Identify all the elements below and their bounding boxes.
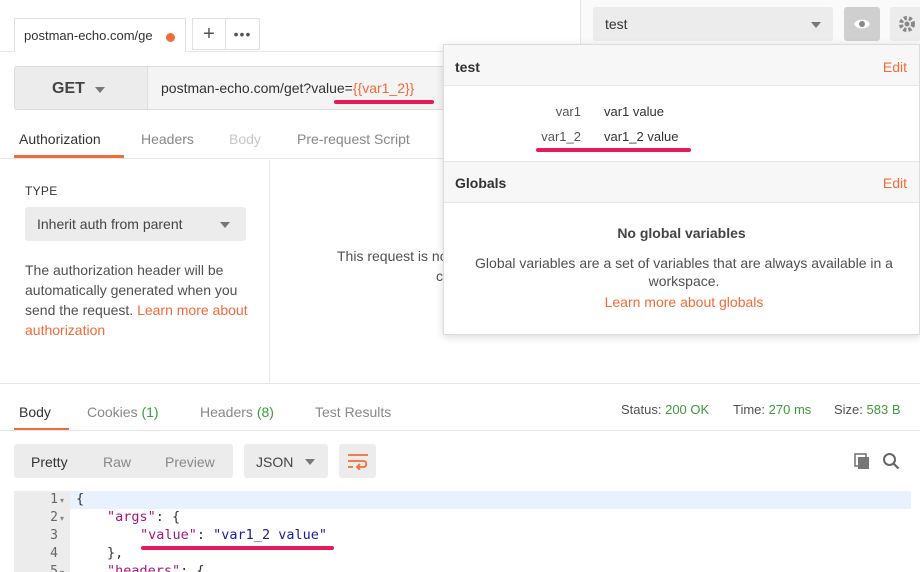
method-select[interactable]: GET xyxy=(14,66,148,110)
code-line: "value": "var1_2 value" xyxy=(140,527,327,543)
environment-select[interactable]: test xyxy=(593,7,833,41)
variable-value: var1 value xyxy=(604,104,664,119)
code-line: "args": { xyxy=(107,509,180,525)
auth-description: The authorization header will be automat… xyxy=(25,260,257,340)
wrap-lines-icon xyxy=(348,454,368,470)
fold-arrow-icon[interactable]: ▾ xyxy=(60,514,64,523)
divider xyxy=(269,160,270,383)
tab-pre-request-script[interactable]: Pre-request Script xyxy=(297,131,410,147)
url-variable: {{var1_2}} xyxy=(352,80,415,96)
line-number: 2 xyxy=(50,510,58,525)
json-punct: : xyxy=(196,527,214,543)
request-tabs: Authorization Headers Body Pre-request S… xyxy=(0,124,445,159)
format-raw-button[interactable]: Raw xyxy=(103,454,131,470)
active-tab-indicator xyxy=(14,155,124,158)
request-tab-label: postman-echo.com/ge xyxy=(24,28,153,43)
json-string: "var1_2 value" xyxy=(213,527,327,543)
time-info: Time: 270 ms xyxy=(733,402,811,417)
no-globals-heading: No global variables xyxy=(617,225,746,241)
line-number: 1 xyxy=(50,492,58,507)
edit-environment-link[interactable]: Edit xyxy=(883,59,907,75)
search-icon[interactable] xyxy=(882,452,900,470)
json-key: "headers" xyxy=(107,563,181,572)
variable-key: var1 xyxy=(555,104,581,119)
copy-icon[interactable] xyxy=(853,452,871,470)
response-tab-test-results[interactable]: Test Results xyxy=(315,404,391,420)
response-tabs-border xyxy=(0,430,920,431)
headers-count: (8) xyxy=(256,404,274,420)
learn-more-globals-link[interactable]: Learn more about globals xyxy=(444,294,920,310)
tab-body[interactable]: Body xyxy=(229,131,261,147)
chevron-down-icon xyxy=(95,87,105,93)
line-number: 4 xyxy=(50,546,58,561)
variable-key: var1_2 xyxy=(541,129,581,144)
code-line: }, xyxy=(107,545,124,561)
environment-header: test Edit xyxy=(444,45,919,86)
eye-icon xyxy=(854,19,870,29)
code-line: { xyxy=(76,491,85,507)
size-label: Size: xyxy=(834,402,863,417)
environment-quick-look-button[interactable] xyxy=(844,7,880,41)
chevron-down-icon xyxy=(811,22,821,28)
json-key: "args" xyxy=(107,509,156,525)
request-note: This request is no xyxy=(337,248,445,264)
auth-type-value: Inherit auth from parent xyxy=(37,216,183,232)
format-type-value: JSON xyxy=(256,454,294,470)
format-type-select[interactable]: JSON xyxy=(244,444,328,478)
status-label: Status: xyxy=(621,402,662,417)
fold-arrow-icon[interactable]: ▾ xyxy=(60,568,64,572)
time-label: Time: xyxy=(733,402,766,417)
environment-settings-button[interactable] xyxy=(890,7,920,41)
headers-label: Headers xyxy=(200,404,253,420)
environment-title: test xyxy=(455,59,480,75)
more-tabs-button[interactable]: ••• xyxy=(226,18,260,50)
annotation-underline xyxy=(536,148,691,152)
new-tab-button[interactable]: + xyxy=(192,18,226,50)
chevron-down-icon xyxy=(220,222,230,228)
annotation-underline xyxy=(334,100,434,104)
line-number: 3 xyxy=(50,528,58,543)
response-tab-body[interactable]: Body xyxy=(19,404,51,420)
request-note-fragment: c xyxy=(436,268,443,284)
globals-description: Global variables are a set of variables … xyxy=(475,255,893,289)
current-line-highlight xyxy=(70,491,911,509)
line-number: 5 xyxy=(50,564,58,572)
annotation-underline xyxy=(141,546,334,550)
variable-value: var1_2 value xyxy=(604,129,679,144)
cookies-count: (1) xyxy=(141,404,159,420)
json-punct: : { xyxy=(180,563,205,572)
size-info: Size: 583 B xyxy=(834,402,901,417)
tab-headers[interactable]: Headers xyxy=(141,131,194,147)
environment-name: test xyxy=(605,16,628,32)
status-value: 200 OK xyxy=(665,402,710,417)
edit-globals-link[interactable]: Edit xyxy=(883,175,907,191)
wrap-lines-button[interactable] xyxy=(339,444,376,478)
fold-arrow-icon[interactable]: ▾ xyxy=(60,496,64,505)
time-value: 270 ms xyxy=(768,402,812,417)
postman-window: postman-echo.com/ge + ••• test GET postm… xyxy=(0,0,920,572)
globals-header: Globals Edit xyxy=(444,161,919,203)
globals-title: Globals xyxy=(455,175,507,191)
size-value: 583 B xyxy=(866,402,901,417)
response-divider xyxy=(0,383,920,384)
request-tab[interactable]: postman-echo.com/ge xyxy=(14,18,186,52)
url-text: postman-echo.com/get?value= xyxy=(161,80,353,96)
tab-authorization[interactable]: Authorization xyxy=(19,131,101,147)
response-tab-cookies[interactable]: Cookies (1) xyxy=(87,404,159,420)
code-line: "headers": { xyxy=(107,563,205,572)
format-pretty-button[interactable]: Pretty xyxy=(31,454,68,470)
gear-icon xyxy=(899,16,915,32)
method-label: GET xyxy=(52,80,85,97)
environment-popover: test Edit var1 var1 value var1_2 var1_2 … xyxy=(443,44,920,335)
chevron-down-icon xyxy=(305,459,315,465)
json-punct: : { xyxy=(155,509,181,525)
auth-type-select[interactable]: Inherit auth from parent xyxy=(25,207,246,241)
unsaved-dot-icon xyxy=(166,33,175,42)
format-preview-button[interactable]: Preview xyxy=(165,454,215,470)
cookies-label: Cookies xyxy=(87,404,138,420)
status-info: Status: 200 OK xyxy=(621,402,709,417)
response-tab-headers[interactable]: Headers (8) xyxy=(200,404,274,420)
json-key: "value" xyxy=(140,527,197,543)
auth-type-label: TYPE xyxy=(25,184,58,198)
